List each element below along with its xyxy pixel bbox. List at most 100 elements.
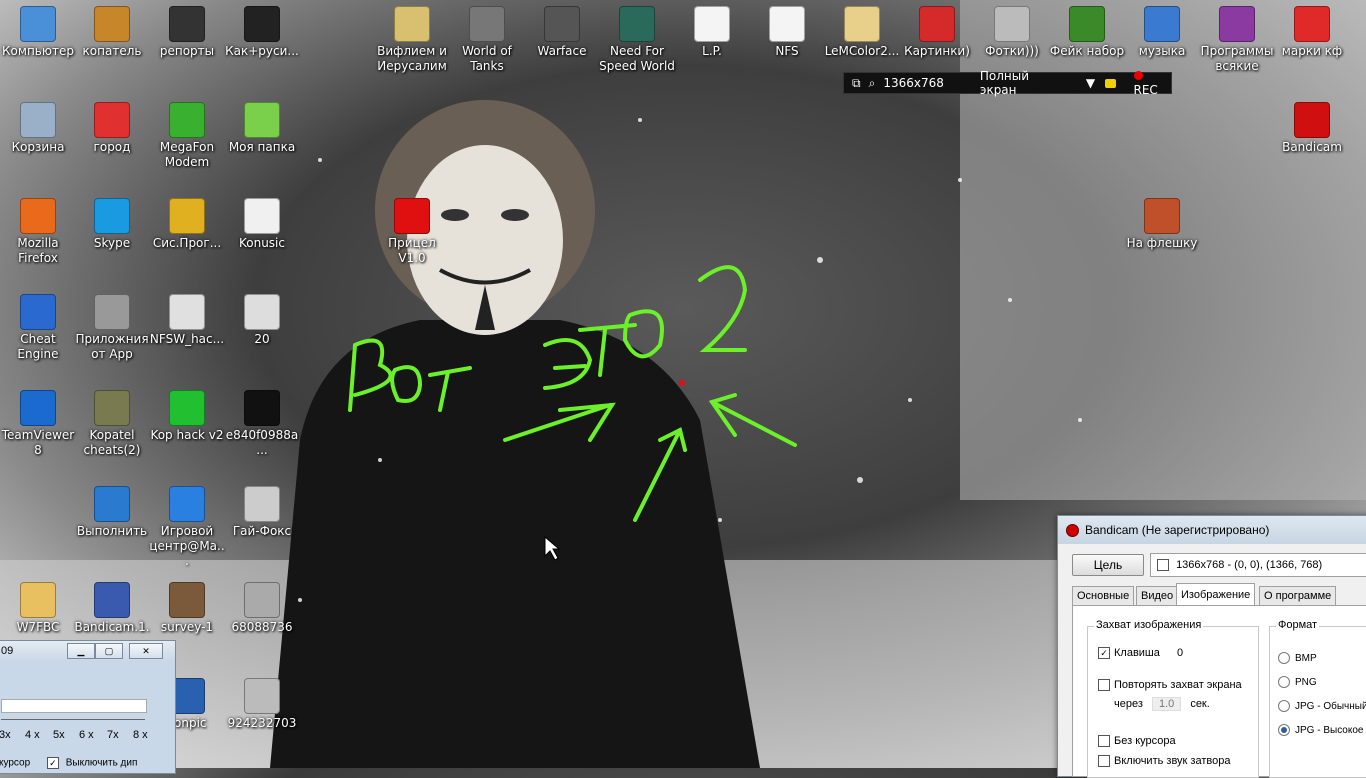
desktop-icon[interactable]: World of Tanks (449, 0, 525, 92)
desktop-icon[interactable]: Выполнить (74, 480, 150, 572)
tab-basic[interactable]: Основные (1072, 586, 1135, 605)
desktop-icon[interactable]: Сис.Прог... (149, 192, 225, 284)
desktop-icon[interactable]: Need For Speed World (599, 0, 675, 92)
close-button[interactable]: ✕ (129, 643, 163, 659)
resolution-text: 1366x768 (883, 76, 944, 90)
desktop-icon[interactable]: Корзина (0, 96, 76, 188)
desktop-icon[interactable]: копатель (74, 0, 150, 92)
target-field[interactable]: 1366x768 - (0, 0), (1366, 768) (1150, 553, 1366, 577)
search-icon[interactable]: ⌕ (869, 76, 876, 91)
desktop-icon-label: Картинки) (904, 44, 970, 58)
tab-image[interactable]: Изображение (1176, 583, 1256, 606)
format-jpg-normal-label: JPG - Обычный (1295, 701, 1366, 712)
desktop-icon[interactable]: MegaFon Modem (149, 96, 225, 188)
desktop-icon[interactable]: NFS (749, 0, 825, 92)
desktop-icon[interactable]: Моя папка (224, 96, 300, 188)
window-mode-icon[interactable]: ⧉ (852, 76, 861, 91)
desktop-icon[interactable]: Skype (74, 192, 150, 284)
tab-video[interactable]: Видео (1136, 586, 1179, 605)
bandicam-recording-bar: ⧉ ⌕ 1366x768 Полный экран ▼ REC (843, 69, 1172, 97)
small-window: 09 ▁ ▢ ✕ 3x 4 x 5x 6 x 7x 8 x курсор ✓ В… (0, 640, 176, 774)
desktop-icon[interactable]: L.P. (674, 0, 750, 92)
desktop-icon[interactable]: На флешку (1124, 192, 1200, 284)
maximize-button[interactable]: ▢ (95, 643, 123, 659)
desktop-icon-label: Фотки))) (985, 44, 1039, 58)
scale-3x: 3x (0, 729, 11, 741)
tab-about[interactable]: О программе (1259, 586, 1337, 605)
record-icon (1133, 71, 1143, 80)
radio-jpg-normal[interactable] (1278, 700, 1290, 713)
music-icon (1144, 6, 1180, 42)
scale-track (1, 719, 145, 720)
no-cursor-checkbox[interactable] (1098, 735, 1110, 748)
desktop-icon[interactable]: Kopatel cheats(2) (74, 384, 150, 476)
capture-mode-select[interactable]: Полный экран (980, 69, 1058, 97)
chevron-down-icon[interactable]: ▼ (1086, 76, 1095, 90)
desktop-icon-label: марки кф (1281, 44, 1343, 58)
desktop-icon[interactable]: 20 (224, 288, 300, 380)
desktop-icon[interactable]: Игровой центр@Ма... (149, 480, 225, 572)
desktop-icon-label: World of Tanks (462, 44, 512, 73)
target-checkbox[interactable] (1157, 559, 1169, 572)
desktop-icon[interactable]: Cheat Engine (0, 288, 76, 380)
hotkey-value[interactable]: 0 (1177, 647, 1183, 659)
desktop-icon-label: Прицел V1.0 (388, 236, 436, 265)
desktop-icon[interactable]: 68088736 (224, 576, 300, 668)
format-bmp[interactable]: BMP (1278, 647, 1366, 671)
no-cursor-label: Без курсора (1114, 735, 1176, 747)
desktop-icon[interactable]: e840f0988a... (224, 384, 300, 476)
desktop-icon-label: 68088736 (231, 620, 293, 634)
desktop-icon[interactable]: Вифлием и Иерусалим (374, 0, 450, 92)
desktop-icon-label: Компьютер (2, 44, 74, 58)
scale-slider[interactable] (1, 699, 147, 713)
shutter-sound-checkbox[interactable] (1098, 755, 1110, 768)
radio-bmp[interactable] (1278, 652, 1290, 665)
desktop-icon[interactable]: репорты (149, 0, 225, 92)
scale-5x: 5x (53, 729, 65, 741)
desktop-icon-label: город (93, 140, 131, 154)
desktop-icon[interactable]: Программы всякие (1199, 0, 1275, 92)
desktop-icon[interactable]: Warface (524, 0, 600, 92)
folder-icon (20, 582, 56, 618)
desktop-icon[interactable]: Как+руси... (224, 0, 300, 92)
desktop-icon-label: Cheat Engine (17, 332, 59, 361)
desktop-icon[interactable]: Kop hack v2 (149, 384, 225, 476)
desktop-icon-label: NFSW_hac... (149, 332, 225, 346)
app-icon (169, 486, 205, 522)
target-button[interactable]: Цель (1072, 554, 1144, 576)
repeat-capture-checkbox[interactable] (1098, 679, 1110, 692)
desktop-icon[interactable]: 924232703 (224, 672, 300, 764)
minimize-button[interactable]: ▁ (67, 643, 95, 659)
format-jpg-high[interactable]: JPG - Высокое (1278, 719, 1366, 743)
format-png[interactable]: PNG (1278, 671, 1366, 695)
format-jpg-normal[interactable]: JPG - Обычный (1278, 695, 1366, 719)
desktop-icon-label: survey-1 (160, 620, 214, 634)
folder-icon (844, 6, 880, 42)
desktop-icon[interactable]: NFSW_hac... (149, 288, 225, 380)
rec-button[interactable]: REC (1126, 69, 1172, 97)
hotkey-checkbox[interactable]: ✓ (1098, 647, 1110, 660)
interval-input[interactable]: 1.0 (1151, 697, 1182, 711)
desktop-icon-label: Need For Speed World (599, 44, 675, 73)
desktop-icon[interactable]: Прицел V1.0 (374, 192, 450, 284)
desktop-icon-label: Skype (93, 236, 131, 250)
desktop-icon[interactable]: TeamViewer 8 (0, 384, 76, 476)
radio-jpg-high[interactable] (1278, 724, 1290, 737)
desktop-icon-label: Моя папка (228, 140, 296, 154)
desktop-icon-label: Как+руси... (225, 44, 299, 58)
desktop-icon[interactable]: марки кф (1274, 0, 1350, 92)
desktop-icon-label: На флешку (1126, 236, 1198, 250)
disable-checkbox[interactable]: ✓ (46, 757, 59, 769)
window-titlebar[interactable]: Bandicam (Не зарегистрировано) (1058, 516, 1366, 544)
desktop-icon[interactable]: город (74, 96, 150, 188)
app-icon (169, 198, 205, 234)
desktop-icon[interactable]: Bandicam (1274, 96, 1350, 188)
desktop-icon[interactable]: Гай-Фокс (224, 480, 300, 572)
desktop-icon[interactable]: Компьютер (0, 0, 76, 92)
desktop-icon[interactable]: Konusic (224, 192, 300, 284)
camera-icon[interactable] (1105, 78, 1116, 88)
desktop-icon[interactable]: Приложния от App (74, 288, 150, 380)
document-icon (769, 6, 805, 42)
desktop-icon[interactable]: Mozilla Firefox (0, 192, 76, 284)
radio-png[interactable] (1278, 676, 1290, 689)
